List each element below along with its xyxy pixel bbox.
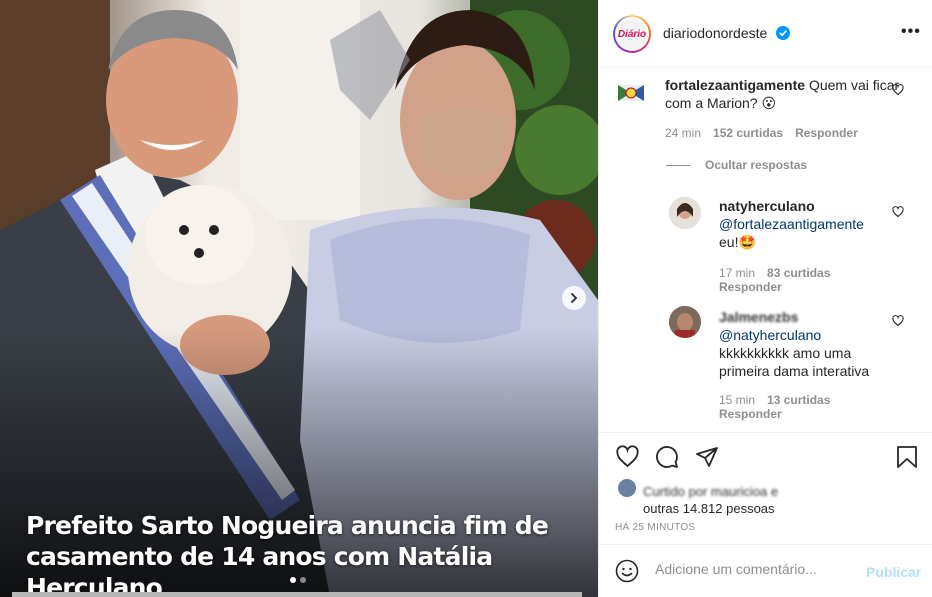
post-timestamp[interactable]: Há 25 minutos [615,522,695,533]
verified-badge-icon [776,26,790,40]
chevron-right-icon [571,293,578,303]
comment-reply-button[interactable]: Responder [719,280,782,294]
comments-list: fortalezaantigamente Quem vai ficar com … [599,69,932,433]
comment-avatar[interactable] [669,306,701,338]
comment-body: Jalmenezbs @natyherculano kkkkkkkkkk amo… [719,308,899,380]
comment-like-heart-icon[interactable] [892,315,904,327]
save-bookmark-icon[interactable] [896,445,918,469]
photo-illustration [0,0,598,597]
comment-meta-reply: Responder [719,280,782,294]
comment-avatar[interactable] [615,77,647,109]
post-image[interactable]: Prefeito Sarto Nogueira anuncia fim de c… [0,0,598,597]
likes-line-1: Curtido por mauricioa e [643,484,779,499]
comment-time: 24 min [665,126,702,140]
caption-line-2: casamento de 14 anos com Natália Hercula… [26,542,493,597]
comment-avatar[interactable] [669,197,701,229]
add-comment-bar: Publicar [599,544,932,597]
comment-reply-button[interactable]: Responder [719,407,782,421]
share-paper-plane-icon[interactable] [695,445,719,469]
carousel-dot-active [290,577,296,583]
comment-like-heart-icon[interactable] [892,206,904,218]
like-heart-icon[interactable] [615,445,640,469]
comment-meta: 24 min 152 curtidas Responder [665,126,858,140]
user-photo-icon [669,306,701,338]
publish-button[interactable]: Publicar [866,564,921,580]
comment-mention[interactable]: @fortalezaantigamente [719,215,899,233]
post-side-panel: Diário diariodonordeste ••• fortalezaant… [598,0,932,597]
comment-username[interactable]: natyherculano [719,198,815,214]
post-header: Diário diariodonordeste ••• [599,0,932,68]
hide-replies-line [666,165,690,166]
comment-time: 17 min [719,266,756,280]
carousel-indicator [290,577,306,583]
likes-summary[interactable]: Curtido por mauricioa e outras 14.812 pe… [643,483,778,517]
comment-likes-count[interactable]: 83 curtidas [767,266,830,280]
likes-count[interactable]: outras 14.812 pessoas [643,500,778,517]
carousel-next-button[interactable] [562,286,586,310]
comment-likes-count[interactable]: 152 curtidas [713,126,783,140]
comment-like-heart-icon[interactable] [892,84,904,96]
image-bottom-strip [12,592,582,597]
author-avatar[interactable]: Diário [613,15,651,53]
fortaleza-flag-icon [618,85,644,101]
user-photo-icon [669,197,701,229]
post-caption-overlay: Prefeito Sarto Nogueira anuncia fim de c… [26,510,586,597]
comment-text: eu!🤩 [719,234,756,250]
comment-text-line-1: kkkkkkkkkk amo uma [719,345,852,361]
caption-line-1: Prefeito Sarto Nogueira anuncia fim de [26,511,549,540]
comment-username[interactable]: fortalezaantigamente [665,77,805,93]
comment-bubble-icon[interactable] [655,445,679,469]
comment-meta: 17 min 83 curtidas [719,266,830,280]
comment-meta-reply: Responder [719,407,782,421]
comment-mention[interactable]: @natyherculano [719,326,899,344]
author-username[interactable]: diariodonordeste [663,25,767,41]
post-actions: Curtido por mauricioa e outras 14.812 pe… [599,432,932,544]
comment-body: fortalezaantigamente Quem vai ficar com … [665,76,905,112]
emoji-smiley-icon[interactable] [615,559,639,583]
comment-text-line-2: primeira dama interativa [719,363,870,379]
comment-username[interactable]: Jalmenezbs [719,309,798,325]
comment-input[interactable] [655,561,855,577]
comment-meta: 15 min 13 curtidas [719,393,830,407]
hide-replies-button[interactable]: Ocultar respostas [705,158,807,172]
comment-reply-button[interactable]: Responder [795,126,858,140]
carousel-dot [300,577,306,583]
comment-body: natyherculano @fortalezaantigamente eu!🤩 [719,197,899,251]
liker-avatar[interactable] [617,478,637,498]
author-avatar-logo: Diário [617,19,647,49]
comment-likes-count[interactable]: 13 curtidas [767,393,830,407]
comment-time: 15 min [719,393,756,407]
more-options-icon[interactable]: ••• [901,23,921,41]
